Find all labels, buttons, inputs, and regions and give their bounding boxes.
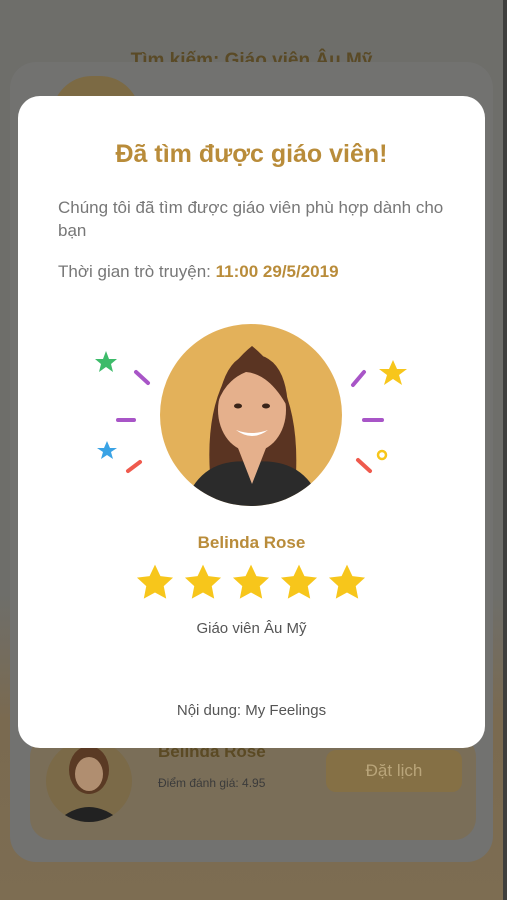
purple-dash-right-top bbox=[351, 370, 366, 387]
blue-star-icon bbox=[97, 441, 117, 459]
star-icon bbox=[182, 562, 224, 604]
star-icon bbox=[230, 562, 272, 604]
teacher-name: Belinda Rose bbox=[197, 533, 306, 552]
red-dash-right bbox=[356, 458, 372, 473]
red-dash-left bbox=[126, 460, 142, 473]
star-icon bbox=[326, 562, 368, 604]
background-teacher-score: Điểm đánh giá: 4.95 bbox=[158, 776, 266, 790]
yellow-star-icon bbox=[379, 360, 407, 385]
scrollbar-track bbox=[503, 0, 507, 900]
teacher-type: Giáo viên Âu Mỹ bbox=[196, 620, 307, 637]
star-icon bbox=[134, 562, 176, 604]
book-lesson-button[interactable]: Đặt lịch bbox=[326, 750, 462, 792]
teacher-avatar bbox=[160, 324, 342, 506]
purple-dash-left-top bbox=[134, 370, 150, 385]
background-teacher-avatar bbox=[46, 740, 132, 822]
yellow-ring bbox=[376, 449, 388, 461]
rating-stars bbox=[134, 562, 370, 604]
green-star-icon bbox=[95, 351, 117, 372]
teacher-found-modal[interactable]: Đã tìm được giáo viên! Chúng tôi đã tìm … bbox=[18, 96, 485, 748]
star-icon bbox=[278, 562, 320, 604]
lesson-content: Nội dung: My Feelings bbox=[176, 702, 327, 719]
